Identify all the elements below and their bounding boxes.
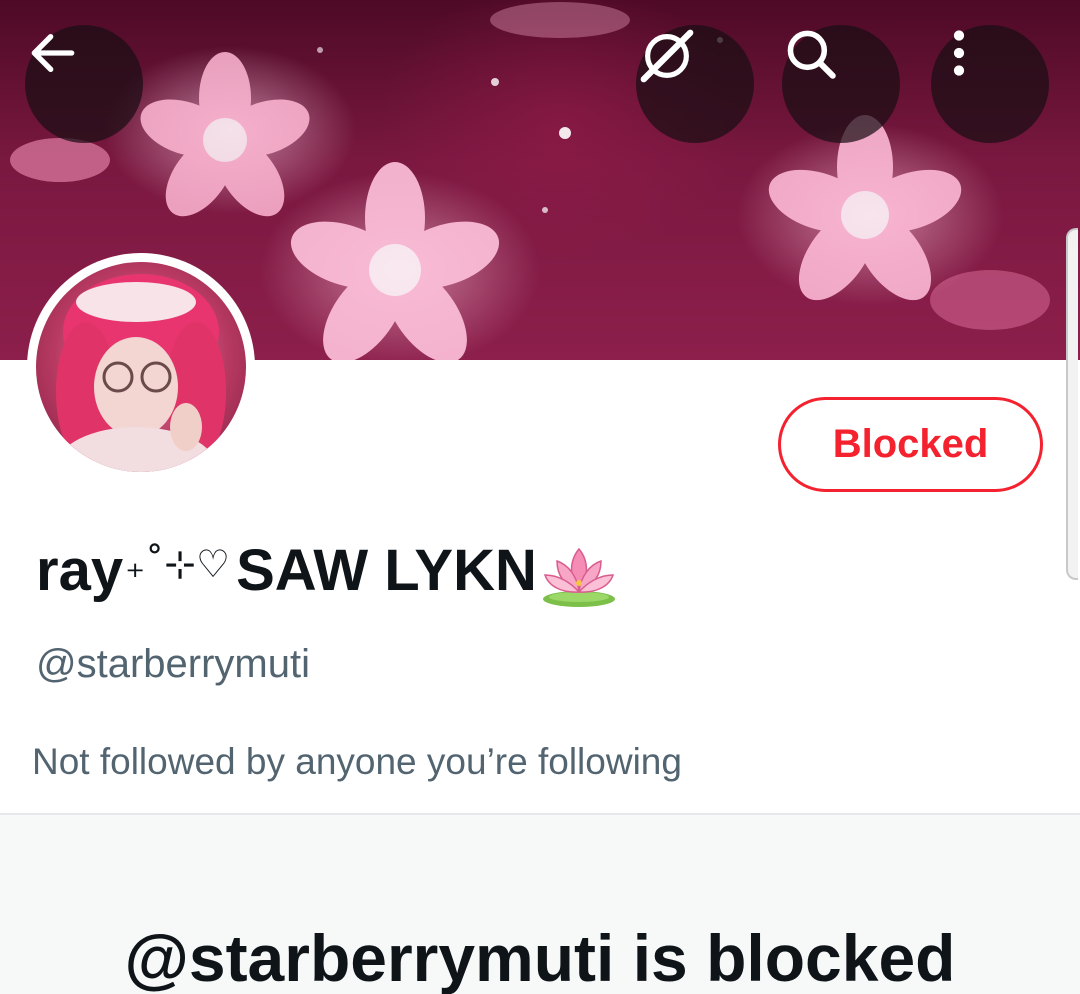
blocked-notice-title: @starberrymuti is blocked (124, 921, 956, 994)
display-name-suffix: SAW LYKN (236, 537, 537, 603)
display-name: ray ₊˚⊹♡ SAW LYKN (36, 530, 619, 610)
profile-page: Blocked ray ₊˚⊹♡ SAW LYKN @starberrymuti… (0, 0, 1080, 994)
avatar-photo (36, 262, 246, 472)
blocked-button-label: Blocked (832, 422, 989, 466)
back-button[interactable] (25, 25, 143, 143)
display-name-text: ray (36, 537, 124, 603)
search-button[interactable] (782, 25, 900, 143)
scrollbar-handle[interactable] (1066, 228, 1078, 580)
grok-icon (640, 29, 694, 83)
profile-handle: @starberrymuti (36, 642, 310, 686)
profile-avatar[interactable] (27, 253, 255, 481)
grok-button[interactable] (636, 25, 754, 143)
display-name-decor: ₊˚⊹♡ (125, 542, 231, 586)
arrow-left-icon (31, 33, 75, 73)
followers-you-know-note: Not followed by anyone you’re following (32, 741, 682, 782)
search-icon (787, 30, 836, 79)
more-options-button[interactable] (931, 25, 1049, 143)
lotus-emoji (542, 547, 615, 607)
more-vertical-icon (953, 30, 965, 76)
blocked-button[interactable]: Blocked (778, 397, 1043, 492)
